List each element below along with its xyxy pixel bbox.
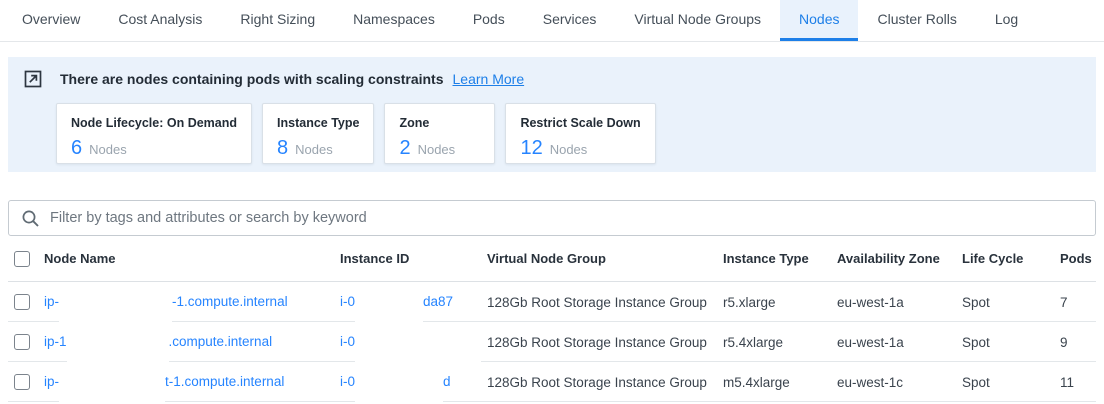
instance-id-cell[interactable]: i-0 d [340, 362, 487, 402]
tab-cost-analysis[interactable]: Cost Analysis [99, 0, 221, 41]
scale-out-icon [24, 70, 42, 88]
availability-zone-cell: eu-west-1a [837, 335, 962, 350]
instance-id-suffix: d [443, 362, 451, 402]
card-title: Instance Type [277, 116, 359, 130]
life-cycle-cell: Spot [962, 375, 1060, 390]
column-header-virtual-node-group: Virtual Node Group [487, 251, 723, 266]
life-cycle-cell: Spot [962, 335, 1060, 350]
tab-cluster-rolls[interactable]: Cluster Rolls [858, 0, 975, 41]
pods-cell: 9 [1060, 335, 1096, 350]
node-name-cell[interactable]: ip- t-1.compute.internal [44, 362, 340, 402]
instance-type-cell: m5.4xlarge [723, 375, 837, 390]
instance-id-cell[interactable]: i-0 [340, 322, 487, 362]
card-node-lifecycle-on-demand[interactable]: Node Lifecycle: On Demand 6 Nodes [56, 103, 252, 164]
life-cycle-cell: Spot [962, 295, 1060, 310]
vng-cell: 128Gb Root Storage Instance Group [487, 375, 723, 390]
nodes-table: Node Name Instance ID Virtual Node Group… [8, 236, 1096, 402]
tab-virtual-node-groups[interactable]: Virtual Node Groups [615, 0, 780, 41]
table-row[interactable]: ip-1 .compute.internal i-0 128Gb Root St… [8, 322, 1096, 362]
card-unit: Nodes [550, 142, 588, 157]
node-name-prefix: ip-1 [44, 322, 67, 362]
redaction-box [67, 327, 169, 362]
card-instance-type[interactable]: Instance Type 8 Nodes [262, 103, 374, 164]
node-name-suffix: t-1.compute.internal [165, 362, 284, 402]
tab-right-sizing[interactable]: Right Sizing [221, 0, 334, 41]
card-title: Node Lifecycle: On Demand [71, 116, 237, 130]
node-name-cell[interactable]: ip-1 .compute.internal [44, 322, 340, 362]
table-header-row: Node Name Instance ID Virtual Node Group… [8, 236, 1096, 282]
card-title: Zone [399, 116, 480, 130]
instance-id-prefix: i-0 [340, 362, 355, 402]
card-title: Restrict Scale Down [520, 116, 640, 130]
tab-overview[interactable]: Overview [3, 0, 99, 41]
select-all-checkbox[interactable] [14, 251, 30, 267]
column-header-node-name: Node Name [44, 251, 340, 266]
redaction-box [355, 327, 481, 362]
card-value: 8 [277, 137, 288, 160]
table-row[interactable]: ip- t-1.compute.internal i-0 d 128Gb Roo… [8, 362, 1096, 402]
vng-cell: 128Gb Root Storage Instance Group [487, 295, 723, 310]
availability-zone-cell: eu-west-1c [837, 375, 962, 390]
learn-more-link[interactable]: Learn More [453, 71, 525, 87]
node-name-prefix: ip- [44, 282, 59, 322]
card-unit: Nodes [89, 142, 127, 157]
card-value: 2 [399, 137, 410, 160]
node-name-prefix: ip- [44, 362, 59, 402]
card-unit: Nodes [295, 142, 333, 157]
vng-cell: 128Gb Root Storage Instance Group [487, 335, 723, 350]
scaling-constraints-banner: There are nodes containing pods with sca… [8, 57, 1096, 172]
column-header-availability-zone: Availability Zone [837, 251, 962, 266]
instance-type-cell: r5.xlarge [723, 295, 837, 310]
banner-message: There are nodes containing pods with sca… [60, 71, 444, 87]
card-value: 6 [71, 137, 82, 160]
tab-pods[interactable]: Pods [454, 0, 524, 41]
row-checkbox[interactable] [14, 334, 30, 350]
redaction-box [59, 287, 172, 322]
instance-id-cell[interactable]: i-0 da87 [340, 282, 487, 322]
card-restrict-scale-down[interactable]: Restrict Scale Down 12 Nodes [505, 103, 655, 164]
search-input[interactable] [50, 210, 1083, 226]
column-header-life-cycle: Life Cycle [962, 251, 1060, 266]
instance-id-prefix: i-0 [340, 322, 355, 362]
node-name-suffix: -1.compute.internal [172, 282, 288, 322]
redaction-box [59, 367, 165, 402]
node-name-suffix: .compute.internal [169, 322, 273, 362]
tab-services[interactable]: Services [524, 0, 616, 41]
row-checkbox[interactable] [14, 374, 30, 390]
column-header-instance-id: Instance ID [340, 251, 487, 266]
tab-bar: Overview Cost Analysis Right Sizing Name… [0, 0, 1104, 42]
redaction-box [355, 367, 443, 402]
pods-cell: 11 [1060, 375, 1096, 390]
card-value: 12 [520, 137, 542, 160]
tab-nodes[interactable]: Nodes [780, 0, 858, 41]
column-header-pods: Pods [1060, 251, 1096, 266]
card-zone[interactable]: Zone 2 Nodes [384, 103, 495, 164]
redaction-box [355, 287, 423, 322]
node-name-cell[interactable]: ip- -1.compute.internal [44, 282, 340, 322]
tab-namespaces[interactable]: Namespaces [334, 0, 454, 41]
table-row[interactable]: ip- -1.compute.internal i-0 da87 128Gb R… [8, 282, 1096, 322]
row-checkbox[interactable] [14, 294, 30, 310]
search-icon [21, 209, 40, 228]
column-header-instance-type: Instance Type [723, 251, 837, 266]
availability-zone-cell: eu-west-1a [837, 295, 962, 310]
instance-id-suffix: da87 [423, 282, 453, 322]
constraint-cards: Node Lifecycle: On Demand 6 Nodes Instan… [56, 103, 1080, 164]
instance-id-prefix: i-0 [340, 282, 355, 322]
instance-type-cell: r5.4xlarge [723, 335, 837, 350]
pods-cell: 7 [1060, 295, 1096, 310]
filter-search-bar [8, 200, 1096, 236]
tab-log[interactable]: Log [976, 0, 1037, 41]
card-unit: Nodes [418, 142, 456, 157]
